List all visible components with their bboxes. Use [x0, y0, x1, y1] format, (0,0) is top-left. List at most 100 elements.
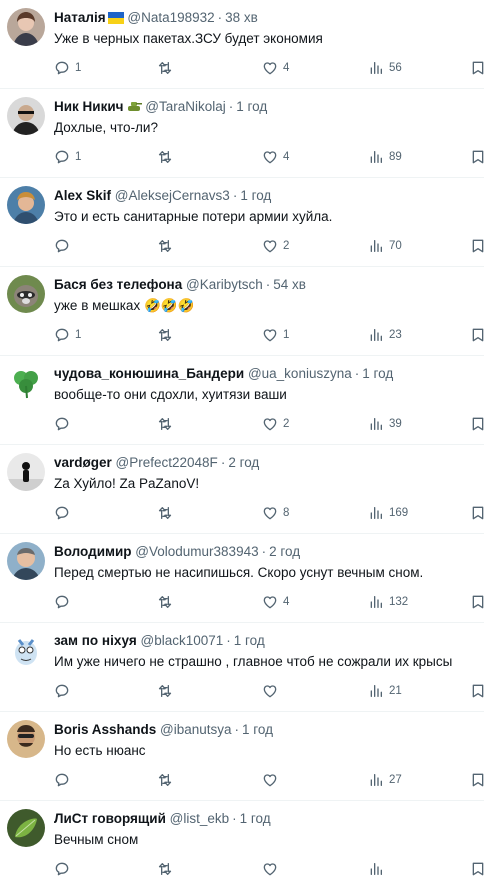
retweet-button[interactable]: [157, 414, 178, 434]
display-name[interactable]: чудова_конюшина_Бандери: [54, 366, 244, 381]
views-button[interactable]: 21: [368, 681, 402, 701]
user-handle[interactable]: @Karibytsch: [186, 277, 263, 292]
avatar[interactable]: [7, 720, 45, 758]
user-handle[interactable]: @TaraNikolaj: [145, 99, 225, 114]
bookmark-button[interactable]: [470, 770, 484, 790]
retweet-button[interactable]: [157, 770, 178, 790]
views-button[interactable]: 56: [368, 58, 402, 78]
reply-button[interactable]: 1: [54, 58, 81, 78]
bookmark-button[interactable]: [470, 681, 484, 701]
views-button[interactable]: 70: [368, 236, 402, 256]
user-handle[interactable]: @AleksejCernavs3: [115, 188, 230, 203]
avatar[interactable]: [7, 8, 45, 46]
tweet[interactable]: Alex Skif @AleksejCernavs3 · 1 год Это и е…: [0, 178, 484, 267]
display-name[interactable]: Володимир: [54, 544, 132, 559]
display-name[interactable]: Alex Skif: [54, 188, 111, 203]
timestamp[interactable]: 2 год: [269, 544, 300, 559]
timestamp[interactable]: 1 год: [240, 188, 271, 203]
like-button[interactable]: [262, 859, 283, 879]
views-button[interactable]: 169: [368, 503, 408, 523]
display-name[interactable]: зам по ніхуя: [54, 633, 137, 648]
bookmark-button[interactable]: [470, 325, 484, 345]
user-handle[interactable]: @ua_koniuszyna: [248, 366, 352, 381]
user-handle[interactable]: @Volodumur383943: [135, 544, 258, 559]
views-button[interactable]: 39: [368, 414, 402, 434]
tweet[interactable]: Ник Никич @TaraNikolaj · 1 год Дохлые, что…: [0, 89, 484, 178]
timestamp[interactable]: 54 хв: [273, 277, 306, 292]
reply-button[interactable]: 1: [54, 147, 81, 167]
reply-button[interactable]: [54, 592, 75, 612]
views-button[interactable]: 27: [368, 770, 402, 790]
tweet[interactable]: Бася без телефона @Karibytsch · 54 хв уже …: [0, 267, 484, 356]
like-button[interactable]: 8: [262, 503, 289, 523]
user-handle[interactable]: @Nata198932: [127, 10, 214, 25]
display-name[interactable]: Наталія: [54, 10, 106, 25]
like-button[interactable]: 2: [262, 414, 289, 434]
timestamp[interactable]: 1 год: [362, 366, 393, 381]
avatar[interactable]: [7, 809, 45, 847]
reply-button[interactable]: [54, 681, 75, 701]
views-button[interactable]: 23: [368, 325, 402, 345]
timestamp[interactable]: 1 год: [236, 99, 267, 114]
views-button[interactable]: 132: [368, 592, 408, 612]
like-button[interactable]: 4: [262, 592, 289, 612]
avatar[interactable]: [7, 542, 45, 580]
like-button[interactable]: [262, 681, 283, 701]
like-button[interactable]: 4: [262, 58, 289, 78]
retweet-button[interactable]: [157, 325, 178, 345]
user-handle[interactable]: @black10071: [140, 633, 223, 648]
avatar[interactable]: [7, 364, 45, 402]
tweet[interactable]: vardøger @Prefect22048F · 2 год Za Хуйло! …: [0, 445, 484, 534]
bookmark-button[interactable]: [470, 58, 484, 78]
display-name[interactable]: ЛиСт говорящий: [54, 811, 166, 826]
like-button[interactable]: 2: [262, 236, 289, 256]
like-button[interactable]: 4: [262, 147, 289, 167]
retweet-button[interactable]: [157, 147, 178, 167]
bookmark-button[interactable]: [470, 236, 484, 256]
like-button[interactable]: [262, 770, 283, 790]
reply-button[interactable]: [54, 770, 75, 790]
timestamp[interactable]: 2 год: [228, 455, 259, 470]
tweet[interactable]: ЛиСт говорящий @list_ekb · 1 год Вечным сн…: [0, 801, 484, 890]
avatar[interactable]: [7, 631, 45, 669]
reply-button[interactable]: [54, 414, 75, 434]
tweet[interactable]: Володимир @Volodumur383943 · 2 год Перед с…: [0, 534, 484, 623]
bookmark-button[interactable]: [470, 592, 484, 612]
timestamp[interactable]: 38 хв: [225, 10, 258, 25]
bookmark-button[interactable]: [470, 147, 484, 167]
bookmark-button[interactable]: [470, 414, 484, 434]
retweet-button[interactable]: [157, 859, 178, 879]
display-name[interactable]: Бася без телефона: [54, 277, 182, 292]
avatar[interactable]: [7, 186, 45, 224]
views-button[interactable]: 89: [368, 147, 402, 167]
user-handle[interactable]: @list_ekb: [170, 811, 229, 826]
retweet-button[interactable]: [157, 58, 178, 78]
user-handle[interactable]: @ibanutsya: [160, 722, 232, 737]
retweet-button[interactable]: [157, 592, 178, 612]
display-name[interactable]: vardøger: [54, 455, 112, 470]
timestamp[interactable]: 1 год: [242, 722, 273, 737]
user-handle[interactable]: @Prefect22048F: [116, 455, 218, 470]
views-button[interactable]: [368, 859, 389, 879]
tweet[interactable]: Наталія @Nata198932 · 38 хв Уже в черных п…: [0, 0, 484, 89]
avatar[interactable]: [7, 453, 45, 491]
reply-button[interactable]: [54, 859, 75, 879]
display-name[interactable]: Boris Asshands: [54, 722, 156, 737]
avatar[interactable]: [7, 97, 45, 135]
retweet-button[interactable]: [157, 503, 178, 523]
retweet-button[interactable]: [157, 236, 178, 256]
tweet[interactable]: Boris Asshands @ibanutsya · 1 год Но есть …: [0, 712, 484, 801]
like-button[interactable]: 1: [262, 325, 289, 345]
timestamp[interactable]: 1 год: [234, 633, 265, 648]
avatar[interactable]: [7, 275, 45, 313]
reply-button[interactable]: [54, 236, 75, 256]
reply-button[interactable]: [54, 503, 75, 523]
bookmark-button[interactable]: [470, 503, 484, 523]
retweet-button[interactable]: [157, 681, 178, 701]
reply-button[interactable]: 1: [54, 325, 81, 345]
timestamp[interactable]: 1 год: [240, 811, 271, 826]
bookmark-button[interactable]: [470, 859, 484, 879]
tweet[interactable]: зам по ніхуя @black10071 · 1 год Им уже ни…: [0, 623, 484, 712]
tweet[interactable]: чудова_конюшина_Бандери @ua_koniuszyna · 1…: [0, 356, 484, 445]
display-name[interactable]: Ник Никич: [54, 99, 124, 114]
